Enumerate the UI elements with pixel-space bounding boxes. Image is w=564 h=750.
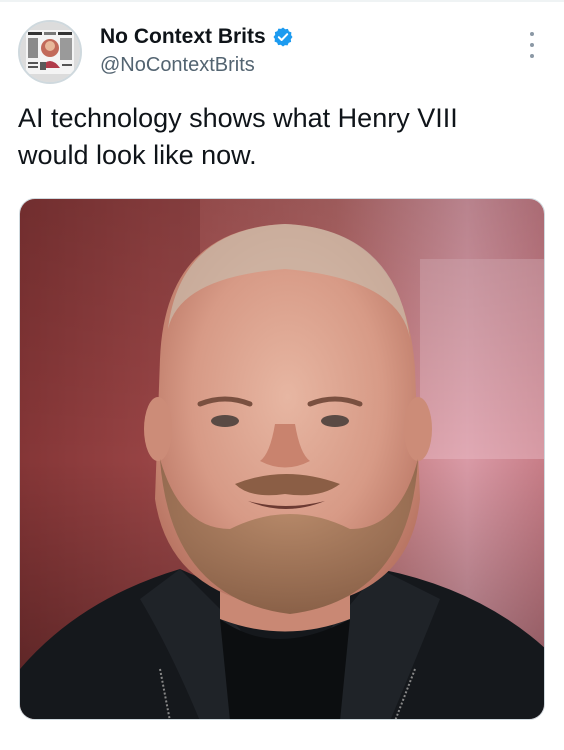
more-vertical-icon[interactable] [522, 32, 542, 58]
author-handle[interactable]: @NoContextBrits [100, 53, 255, 77]
tweet-media-photo[interactable] [19, 198, 545, 720]
tweet-text: AI technology shows what Henry VIII woul… [18, 103, 458, 170]
photo-man-portrait [20, 199, 544, 719]
tweet-card: No Context Brits @NoContextBrits AI tech… [0, 0, 564, 750]
author-name-row: No Context Brits [100, 24, 294, 50]
avatar[interactable] [18, 20, 82, 84]
author-display-name[interactable]: No Context Brits [100, 24, 266, 50]
verified-badge-icon [272, 26, 294, 48]
avatar-image [20, 22, 80, 82]
top-divider [0, 0, 564, 2]
